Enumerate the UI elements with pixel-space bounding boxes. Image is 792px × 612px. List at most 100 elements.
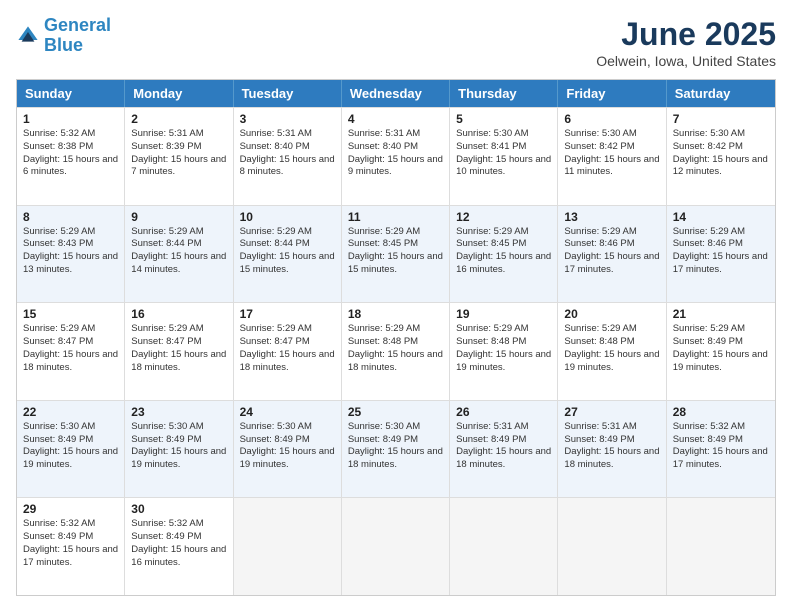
calendar-cell [450, 498, 558, 595]
page: General Blue June 2025 Oelwein, Iowa, Un… [0, 0, 792, 612]
day-info: Sunrise: 5:30 AMSunset: 8:41 PMDaylight:… [456, 128, 551, 179]
day-info: Sunrise: 5:30 AMSunset: 8:49 PMDaylight:… [131, 421, 226, 472]
day-number: 12 [456, 210, 551, 224]
day-number: 16 [131, 307, 226, 321]
day-info: Sunrise: 5:32 AMSunset: 8:49 PMDaylight:… [131, 518, 226, 569]
day-number: 26 [456, 405, 551, 419]
calendar-cell: 2 Sunrise: 5:31 AMSunset: 8:39 PMDaylight… [125, 108, 233, 205]
day-number: 2 [131, 112, 226, 126]
day-number: 25 [348, 405, 443, 419]
day-number: 18 [348, 307, 443, 321]
day-number: 29 [23, 502, 118, 516]
day-number: 23 [131, 405, 226, 419]
day-number: 6 [564, 112, 659, 126]
calendar-cell: 4 Sunrise: 5:31 AMSunset: 8:40 PMDaylight… [342, 108, 450, 205]
day-info: Sunrise: 5:30 AMSunset: 8:42 PMDaylight:… [673, 128, 769, 179]
calendar-row: 29 Sunrise: 5:32 AMSunset: 8:49 PMDayligh… [17, 497, 775, 595]
calendar-cell: 18 Sunrise: 5:29 AMSunset: 8:48 PMDayligh… [342, 303, 450, 400]
day-info: Sunrise: 5:29 AMSunset: 8:44 PMDaylight:… [131, 226, 226, 277]
calendar-cell: 20Sunrise: 5:29 AMSunset: 8:48 PMDayligh… [558, 303, 666, 400]
day-info: Sunrise: 5:31 AMSunset: 8:39 PMDaylight:… [131, 128, 226, 179]
day-info: Sunrise: 5:29 AMSunset: 8:47 PMDaylight:… [131, 323, 226, 374]
calendar-cell: 26 Sunrise: 5:31 AMSunset: 8:49 PMDayligh… [450, 401, 558, 498]
day-number: 17 [240, 307, 335, 321]
calendar-header-cell: Tuesday [234, 80, 342, 107]
calendar-cell: 27 Sunrise: 5:31 AMSunset: 8:49 PMDayligh… [558, 401, 666, 498]
calendar-cell: 3 Sunrise: 5:31 AMSunset: 8:40 PMDaylight… [234, 108, 342, 205]
day-number: 27 [564, 405, 659, 419]
day-number: 8 [23, 210, 118, 224]
day-info: Sunrise: 5:30 AMSunset: 8:49 PMDaylight:… [23, 421, 118, 472]
day-info: Sunrise: 5:31 AMSunset: 8:40 PMDaylight:… [240, 128, 335, 179]
day-number: 3 [240, 112, 335, 126]
calendar-cell: 17Sunrise: 5:29 AMSunset: 8:47 PMDayligh… [234, 303, 342, 400]
day-info: Sunrise: 5:29 AMSunset: 8:48 PMDaylight:… [564, 323, 659, 374]
calendar-cell: 8Sunrise: 5:29 AMSunset: 8:43 PMDaylight… [17, 206, 125, 303]
day-info: Sunrise: 5:31 AMSunset: 8:49 PMDaylight:… [564, 421, 659, 472]
calendar-cell: 23 Sunrise: 5:30 AMSunset: 8:49 PMDayligh… [125, 401, 233, 498]
day-number: 22 [23, 405, 118, 419]
day-info: Sunrise: 5:31 AMSunset: 8:49 PMDaylight:… [456, 421, 551, 472]
day-info: Sunrise: 5:29 AMSunset: 8:45 PMDaylight:… [456, 226, 551, 277]
day-number: 5 [456, 112, 551, 126]
calendar-header-cell: Thursday [450, 80, 558, 107]
header: General Blue June 2025 Oelwein, Iowa, Un… [16, 16, 776, 69]
day-number: 10 [240, 210, 335, 224]
day-info: Sunrise: 5:29 AMSunset: 8:46 PMDaylight:… [564, 226, 659, 277]
day-number: 7 [673, 112, 769, 126]
day-info: Sunrise: 5:30 AMSunset: 8:42 PMDaylight:… [564, 128, 659, 179]
day-info: Sunrise: 5:32 AMSunset: 8:49 PMDaylight:… [673, 421, 769, 472]
calendar-header-cell: Sunday [17, 80, 125, 107]
logo-icon [16, 24, 40, 48]
calendar-cell: 1Sunrise: 5:32 AMSunset: 8:38 PMDaylight… [17, 108, 125, 205]
day-number: 4 [348, 112, 443, 126]
calendar-cell: 16 Sunrise: 5:29 AMSunset: 8:47 PMDayligh… [125, 303, 233, 400]
day-number: 13 [564, 210, 659, 224]
calendar-cell: 7 Sunrise: 5:30 AMSunset: 8:42 PMDaylight… [667, 108, 775, 205]
day-number: 14 [673, 210, 769, 224]
title-block: June 2025 Oelwein, Iowa, United States [596, 16, 776, 69]
day-number: 24 [240, 405, 335, 419]
calendar-cell: 6 Sunrise: 5:30 AMSunset: 8:42 PMDaylight… [558, 108, 666, 205]
calendar-cell [342, 498, 450, 595]
day-info: Sunrise: 5:29 AMSunset: 8:49 PMDaylight:… [673, 323, 769, 374]
calendar-header-cell: Saturday [667, 80, 775, 107]
day-info: Sunrise: 5:29 AMSunset: 8:46 PMDaylight:… [673, 226, 769, 277]
day-number: 21 [673, 307, 769, 321]
day-info: Sunrise: 5:29 AMSunset: 8:44 PMDaylight:… [240, 226, 335, 277]
calendar: SundayMondayTuesdayWednesdayThursdayFrid… [16, 79, 776, 596]
calendar-cell: 11Sunrise: 5:29 AMSunset: 8:45 PMDayligh… [342, 206, 450, 303]
day-info: Sunrise: 5:32 AMSunset: 8:49 PMDaylight:… [23, 518, 118, 569]
day-number: 15 [23, 307, 118, 321]
logo-text: General Blue [44, 16, 111, 56]
day-info: Sunrise: 5:29 AMSunset: 8:48 PMDaylight:… [348, 323, 443, 374]
subtitle: Oelwein, Iowa, United States [596, 53, 776, 69]
calendar-header: SundayMondayTuesdayWednesdayThursdayFrid… [17, 80, 775, 107]
calendar-body: 1Sunrise: 5:32 AMSunset: 8:38 PMDaylight… [17, 107, 775, 595]
day-info: Sunrise: 5:29 AMSunset: 8:45 PMDaylight:… [348, 226, 443, 277]
day-info: Sunrise: 5:29 AMSunset: 8:48 PMDaylight:… [456, 323, 551, 374]
day-number: 28 [673, 405, 769, 419]
calendar-header-cell: Friday [558, 80, 666, 107]
calendar-cell: 22 Sunrise: 5:30 AMSunset: 8:49 PMDayligh… [17, 401, 125, 498]
day-info: Sunrise: 5:29 AMSunset: 8:47 PMDaylight:… [23, 323, 118, 374]
calendar-row: 22 Sunrise: 5:30 AMSunset: 8:49 PMDayligh… [17, 400, 775, 498]
calendar-cell [234, 498, 342, 595]
day-number: 1 [23, 112, 118, 126]
calendar-cell: 30 Sunrise: 5:32 AMSunset: 8:49 PMDayligh… [125, 498, 233, 595]
calendar-cell: 10 Sunrise: 5:29 AMSunset: 8:44 PMDayligh… [234, 206, 342, 303]
calendar-cell: 25Sunrise: 5:30 AMSunset: 8:49 PMDayligh… [342, 401, 450, 498]
day-number: 30 [131, 502, 226, 516]
calendar-row: 15 Sunrise: 5:29 AMSunset: 8:47 PMDayligh… [17, 302, 775, 400]
logo: General Blue [16, 16, 111, 56]
calendar-cell: 21 Sunrise: 5:29 AMSunset: 8:49 PMDayligh… [667, 303, 775, 400]
calendar-cell: 5 Sunrise: 5:30 AMSunset: 8:41 PMDaylight… [450, 108, 558, 205]
calendar-header-cell: Monday [125, 80, 233, 107]
day-number: 19 [456, 307, 551, 321]
calendar-cell: 15 Sunrise: 5:29 AMSunset: 8:47 PMDayligh… [17, 303, 125, 400]
calendar-cell: 29 Sunrise: 5:32 AMSunset: 8:49 PMDayligh… [17, 498, 125, 595]
calendar-cell: 14 Sunrise: 5:29 AMSunset: 8:46 PMDayligh… [667, 206, 775, 303]
calendar-cell: 28 Sunrise: 5:32 AMSunset: 8:49 PMDayligh… [667, 401, 775, 498]
calendar-cell: 12 Sunrise: 5:29 AMSunset: 8:45 PMDayligh… [450, 206, 558, 303]
day-info: Sunrise: 5:31 AMSunset: 8:40 PMDaylight:… [348, 128, 443, 179]
